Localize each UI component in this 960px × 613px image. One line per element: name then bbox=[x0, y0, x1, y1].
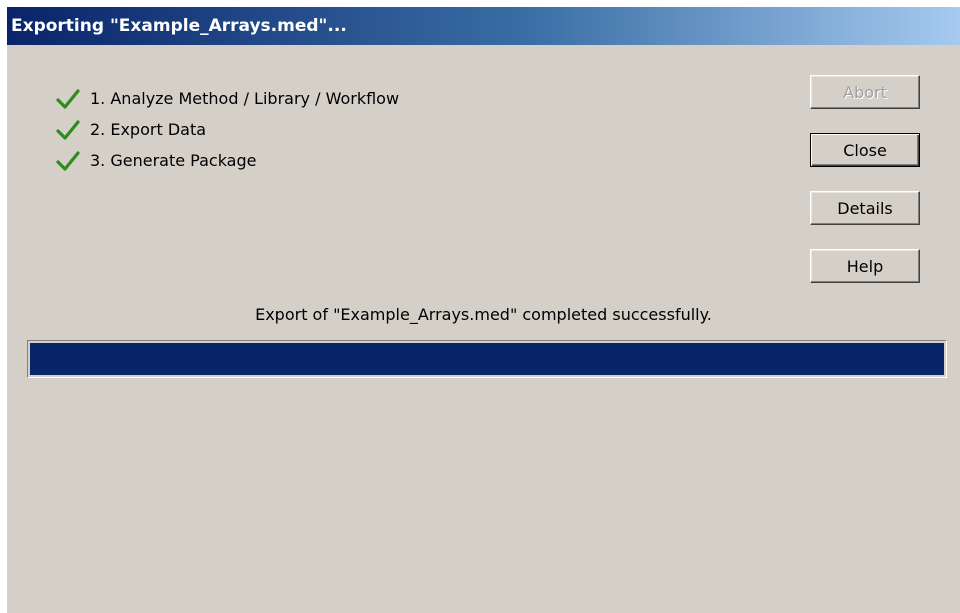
checkmark-icon bbox=[56, 119, 80, 140]
step-label: 3. Generate Package bbox=[90, 151, 257, 170]
progress-bar bbox=[27, 340, 947, 378]
close-button[interactable]: Close bbox=[810, 133, 920, 167]
step-label: 1. Analyze Method / Library / Workflow bbox=[90, 89, 400, 108]
step-item-export-data: 2. Export Data bbox=[55, 114, 399, 145]
checkmark-icon bbox=[56, 88, 80, 109]
step-label: 2. Export Data bbox=[90, 120, 207, 139]
dialog-title: Exporting "Example_Arrays.med"... bbox=[7, 7, 960, 45]
details-button[interactable]: Details bbox=[810, 191, 920, 225]
status-message: Export of "Example_Arrays.med" completed… bbox=[255, 305, 712, 324]
step-list: 1. Analyze Method / Library / Workflow 2… bbox=[55, 83, 399, 176]
help-button[interactable]: Help bbox=[810, 249, 920, 283]
step-item-analyze: 1. Analyze Method / Library / Workflow bbox=[55, 83, 399, 114]
abort-button[interactable]: Abort bbox=[810, 75, 920, 109]
step-item-generate-package: 3. Generate Package bbox=[55, 145, 399, 176]
progress-fill bbox=[30, 343, 944, 375]
export-dialog: Exporting "Example_Arrays.med"... 1. Ana… bbox=[7, 7, 960, 613]
checkmark-icon bbox=[56, 150, 80, 171]
